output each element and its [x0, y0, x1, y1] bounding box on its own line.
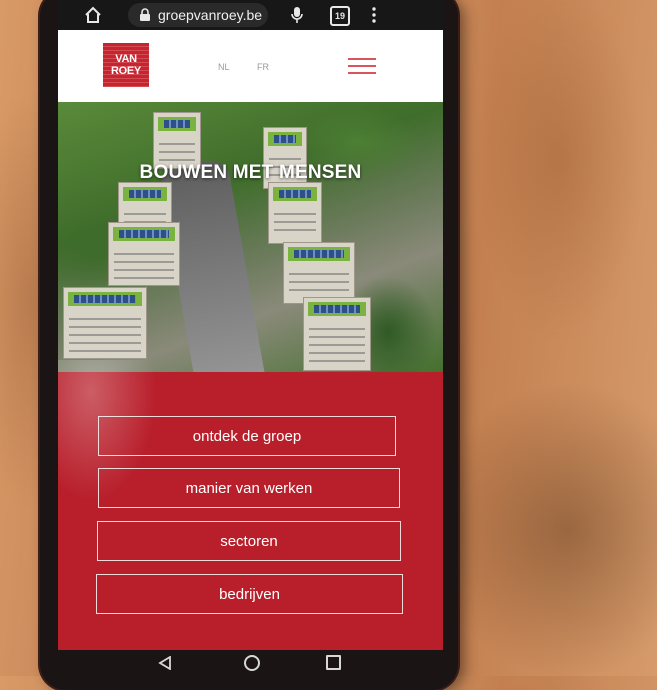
bedrijven-button[interactable]: bedrijven [96, 574, 403, 614]
building [303, 297, 371, 371]
mic-icon[interactable] [290, 6, 304, 24]
android-navigation-bar [58, 650, 443, 678]
manier-van-werken-button[interactable]: manier van werken [98, 468, 400, 508]
table-shadow [430, 380, 657, 680]
logo-line-2: ROEY [111, 65, 141, 77]
lock-icon [140, 8, 150, 21]
site-header: VAN ROEY NL FR [58, 30, 443, 102]
building [108, 222, 180, 286]
home-circle-icon[interactable] [244, 655, 260, 671]
hero-title: BOUWEN MET MENSEN [139, 162, 362, 183]
van-roey-logo[interactable]: VAN ROEY [103, 43, 149, 87]
logo-line-1: VAN [115, 53, 137, 65]
address-bar[interactable]: groepvanroey.be [128, 3, 268, 27]
building [63, 287, 147, 359]
overflow-menu-icon[interactable] [372, 7, 376, 23]
navigation-panel: ontdek de groep manier van werken sector… [58, 372, 443, 650]
sectoren-button[interactable]: sectoren [97, 521, 401, 561]
browser-toolbar: groepvanroey.be 19 [58, 0, 443, 30]
building [283, 242, 355, 304]
ontdek-de-groep-button[interactable]: ontdek de groep [98, 416, 396, 456]
phone: groepvanroey.be 19 VAN ROEY NL FR BOUWEN… [40, 0, 458, 690]
back-icon[interactable] [158, 656, 172, 670]
home-icon[interactable] [84, 6, 102, 24]
tabs-icon[interactable]: 19 [330, 6, 350, 26]
building [153, 112, 201, 169]
building [268, 182, 322, 244]
hamburger-menu-icon[interactable] [348, 58, 376, 76]
language-nl-link[interactable]: NL [218, 62, 230, 72]
hero-image: BOUWEN MET MENSEN [58, 102, 443, 372]
recent-apps-icon[interactable] [326, 655, 341, 670]
url-text: groepvanroey.be [158, 7, 263, 23]
phone-screen: groepvanroey.be 19 VAN ROEY NL FR BOUWEN… [58, 0, 443, 650]
language-fr-link[interactable]: FR [257, 62, 269, 72]
